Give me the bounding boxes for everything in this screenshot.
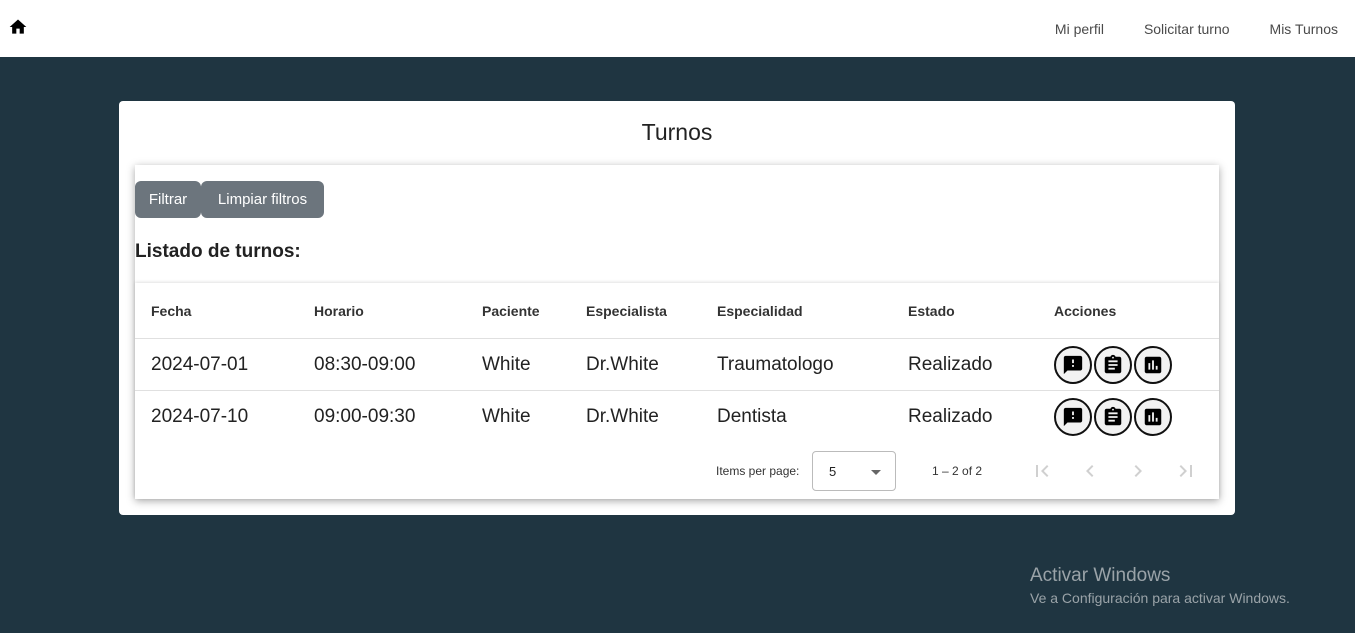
dropdown-arrow-icon bbox=[871, 470, 881, 475]
next-page-button[interactable] bbox=[1126, 459, 1150, 483]
column-header-especialidad[interactable]: Especialidad bbox=[717, 283, 803, 338]
cell-paciente: White bbox=[482, 406, 531, 427]
chevron-right-icon bbox=[1134, 465, 1142, 477]
first-page-icon bbox=[1036, 465, 1049, 477]
chart-icon bbox=[1144, 408, 1162, 426]
column-header-fecha[interactable]: Fecha bbox=[151, 283, 191, 338]
survey-button[interactable] bbox=[1134, 398, 1172, 436]
items-per-page-label: Items per page: bbox=[716, 464, 800, 478]
cell-especialista: Dr.White bbox=[586, 406, 659, 427]
windows-activation-watermark: Activar Windows Ve a Configuración para … bbox=[1030, 565, 1290, 606]
table-row: 2024-07-01 08:30-09:00 White Dr.White Tr… bbox=[135, 339, 1219, 391]
cell-fecha: 2024-07-10 bbox=[151, 406, 249, 427]
feedback-button[interactable] bbox=[1054, 398, 1092, 436]
page-title: Turnos bbox=[641, 119, 713, 145]
table-header: Fecha Horario Paciente Especialista Espe… bbox=[135, 283, 1219, 339]
table-row: 2024-07-10 09:00-09:30 White Dr.White De… bbox=[135, 391, 1219, 443]
row-actions bbox=[1054, 391, 1172, 443]
watermark-title: Activar Windows bbox=[1030, 565, 1171, 586]
column-header-acciones: Acciones bbox=[1054, 302, 1117, 319]
feedback-button[interactable] bbox=[1054, 345, 1092, 384]
cell-horario: 09:00-09:30 bbox=[314, 406, 416, 427]
turnos-panel: Filtrar Limpiar filtros Listado de turno… bbox=[135, 165, 1219, 499]
feedback-icon bbox=[1063, 407, 1083, 427]
clinical-record-button[interactable] bbox=[1094, 345, 1132, 384]
previous-page-button[interactable] bbox=[1078, 459, 1102, 483]
turnos-table: Fecha Horario Paciente Especialista Espe… bbox=[135, 283, 1219, 499]
page-size-value: 5 bbox=[829, 464, 837, 479]
feedback-icon bbox=[1063, 355, 1083, 374]
page-size-select[interactable]: 5 bbox=[812, 451, 896, 491]
chevron-left-icon bbox=[1086, 465, 1094, 477]
paginator: Items per page: 5 1 – 2 of 2 bbox=[135, 443, 1219, 499]
cell-fecha: 2024-07-01 bbox=[151, 353, 249, 375]
home-icon[interactable] bbox=[8, 17, 28, 37]
cell-especialidad: Traumatologo bbox=[717, 353, 834, 375]
list-title: Listado de turnos: bbox=[135, 241, 301, 262]
cell-especialista: Dr.White bbox=[586, 353, 659, 375]
last-page-button[interactable] bbox=[1174, 459, 1198, 483]
clear-filters-button[interactable]: Limpiar filtros bbox=[201, 181, 324, 218]
clipboard-icon bbox=[1104, 354, 1122, 373]
column-header-especialista[interactable]: Especialista bbox=[586, 283, 667, 338]
cell-paciente: White bbox=[482, 353, 531, 375]
filter-button[interactable]: Filtrar bbox=[135, 181, 201, 218]
nav-links: Mi perfil Solicitar turno Mis Turnos bbox=[1055, 0, 1338, 57]
first-page-button[interactable] bbox=[1030, 459, 1054, 483]
cell-horario: 08:30-09:00 bbox=[314, 353, 416, 375]
cell-estado: Realizado bbox=[908, 406, 993, 427]
page-range-label: 1 – 2 of 2 bbox=[932, 464, 983, 478]
turnos-card: Turnos Filtrar Limpiar filtros Listado d… bbox=[119, 101, 1235, 515]
column-header-estado[interactable]: Estado bbox=[908, 283, 955, 338]
nav-mi-perfil[interactable]: Mi perfil bbox=[1055, 21, 1104, 37]
chart-icon bbox=[1144, 356, 1162, 373]
column-header-paciente[interactable]: Paciente bbox=[482, 283, 540, 338]
top-navbar: Mi perfil Solicitar turno Mis Turnos bbox=[0, 0, 1355, 57]
clinical-record-button[interactable] bbox=[1094, 398, 1132, 436]
nav-solicitar-turno[interactable]: Solicitar turno bbox=[1144, 21, 1230, 37]
clipboard-icon bbox=[1104, 406, 1122, 426]
survey-button[interactable] bbox=[1134, 345, 1172, 384]
column-header-horario[interactable]: Horario bbox=[314, 283, 364, 338]
cell-especialidad: Dentista bbox=[717, 406, 787, 427]
watermark-subtitle: Ve a Configuración para activar Windows. bbox=[1030, 590, 1290, 606]
row-actions bbox=[1054, 339, 1172, 390]
cell-estado: Realizado bbox=[908, 353, 993, 375]
nav-mis-turnos[interactable]: Mis Turnos bbox=[1270, 21, 1338, 37]
last-page-icon bbox=[1179, 465, 1192, 477]
